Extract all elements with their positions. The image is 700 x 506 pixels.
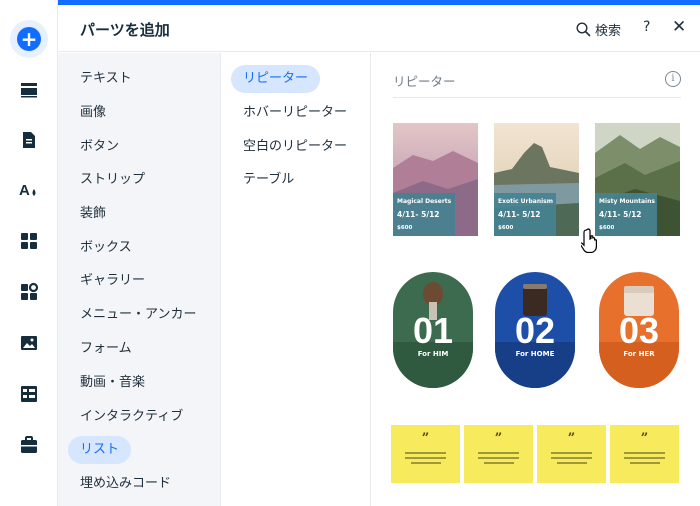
info-icon[interactable]: i [665, 71, 681, 87]
design-icon[interactable]: A [10, 171, 48, 209]
card-title: Misty Mountains [599, 198, 655, 205]
product-card-for-him[interactable]: 01 For HIM [393, 272, 473, 388]
text-line [484, 462, 514, 464]
product-label: For HIM [417, 350, 449, 358]
media-icon[interactable] [10, 324, 48, 362]
card-dates: 4/11- 5/12 [397, 210, 440, 219]
pages-icon[interactable] [10, 121, 48, 159]
text-line [624, 452, 665, 454]
category-image[interactable]: 画像 [68, 99, 118, 127]
plus-icon: + [17, 27, 41, 51]
card-title: Exotic Urbanism [498, 198, 553, 205]
category-video-music[interactable]: 動画・音楽 [68, 369, 157, 397]
category-decorative[interactable]: 装飾 [68, 200, 118, 228]
text-line [478, 457, 519, 459]
card-title: Magical Deserts [397, 198, 452, 205]
close-icon[interactable]: ✕ [672, 17, 686, 37]
testimonial-card-1[interactable]: ” [391, 425, 460, 483]
hand-cursor-icon [581, 228, 597, 253]
product-card-for-home[interactable]: 02 For HOME [495, 272, 575, 388]
travel-card-magical-deserts[interactable]: Magical Deserts 4/11- 5/12 $600 [393, 123, 478, 236]
card-dates: 4/11- 5/12 [599, 210, 642, 219]
category-box[interactable]: ボックス [68, 234, 144, 262]
panel-title: パーツを追加 [80, 21, 170, 39]
text-line [405, 452, 446, 454]
card-dates: 4/11- 5/12 [498, 210, 541, 219]
portfolio-icon[interactable] [10, 426, 48, 464]
category-menu-anchor[interactable]: メニュー・アンカー [68, 301, 208, 329]
section-title: リピーター [393, 74, 456, 89]
card-price: $600 [397, 225, 413, 231]
text-line [478, 452, 519, 454]
add-elements-button[interactable]: + [10, 20, 48, 58]
section-header: リピーター i [393, 71, 681, 98]
apps-icon[interactable] [10, 222, 48, 260]
text-line [630, 462, 660, 464]
product-label: For HOME [515, 350, 555, 358]
business-apps-icon[interactable] [10, 273, 48, 311]
search-icon [576, 22, 591, 37]
product-number: 03 [618, 310, 660, 351]
testimonial-card-2[interactable]: ” [464, 425, 533, 483]
category-embed-code[interactable]: 埋め込みコード [68, 470, 183, 498]
text-line [551, 452, 592, 454]
text-line [405, 457, 446, 459]
category-text[interactable]: テキスト [68, 65, 144, 93]
quote-icon: ” [567, 431, 576, 446]
subcategory-table[interactable]: テーブル [231, 166, 306, 194]
help-button[interactable]: ? [643, 19, 650, 35]
card-price: $600 [498, 225, 514, 231]
product-label: For HER [623, 350, 655, 358]
add-elements-panel: パーツを追加 検索 ? ✕ テキスト 画像 ボタン ストリップ 装飾 ボックス … [58, 0, 700, 506]
quote-icon: ” [421, 431, 430, 446]
travel-card-misty-mountains[interactable]: Misty Mountains 4/11- 5/12 $600 [595, 123, 680, 236]
subcategory-blank-repeater[interactable]: 空白のリピーター [231, 133, 359, 161]
category-list: テキスト 画像 ボタン ストリップ 装飾 ボックス ギャラリー メニュー・アンカ… [58, 53, 221, 506]
quote-icon: ” [494, 431, 503, 446]
preset-gallery: リピーター i Magical Deserts 4/11- 5/12 $600 [371, 53, 700, 506]
product-number: 01 [412, 310, 454, 351]
panel-header: パーツを追加 検索 ? ✕ [58, 5, 700, 52]
product-card-for-her[interactable]: 03 For HER [599, 272, 679, 388]
testimonial-card-4[interactable]: ” [610, 425, 679, 483]
subcategory-list: リピーター ホバーリピーター 空白のリピーター テーブル [221, 53, 371, 506]
subcategory-repeater[interactable]: リピーター [231, 65, 321, 93]
sections-icon[interactable] [10, 71, 48, 109]
text-line [411, 462, 441, 464]
product-number: 02 [514, 310, 556, 351]
testimonial-card-3[interactable]: ” [537, 425, 606, 483]
search-button[interactable]: 検索 [576, 20, 621, 39]
svg-text:A: A [19, 182, 30, 199]
travel-card-exotic-urbanism[interactable]: Exotic Urbanism 4/11- 5/12 $600 [494, 123, 579, 236]
category-strip[interactable]: ストリップ [68, 166, 157, 194]
category-list-item[interactable]: リスト [68, 436, 132, 464]
category-form[interactable]: フォーム [68, 335, 144, 363]
text-line [557, 462, 587, 464]
subcategory-hover-repeater[interactable]: ホバーリピーター [231, 99, 359, 127]
left-toolbar: + A [0, 0, 58, 506]
category-interactive[interactable]: インタラクティブ [68, 403, 195, 431]
category-gallery[interactable]: ギャラリー [68, 267, 157, 295]
search-label: 検索 [595, 24, 622, 39]
quote-icon: ” [640, 431, 649, 446]
cms-icon[interactable] [10, 375, 48, 413]
category-button[interactable]: ボタン [68, 133, 131, 161]
text-line [551, 457, 592, 459]
text-line [624, 457, 665, 459]
